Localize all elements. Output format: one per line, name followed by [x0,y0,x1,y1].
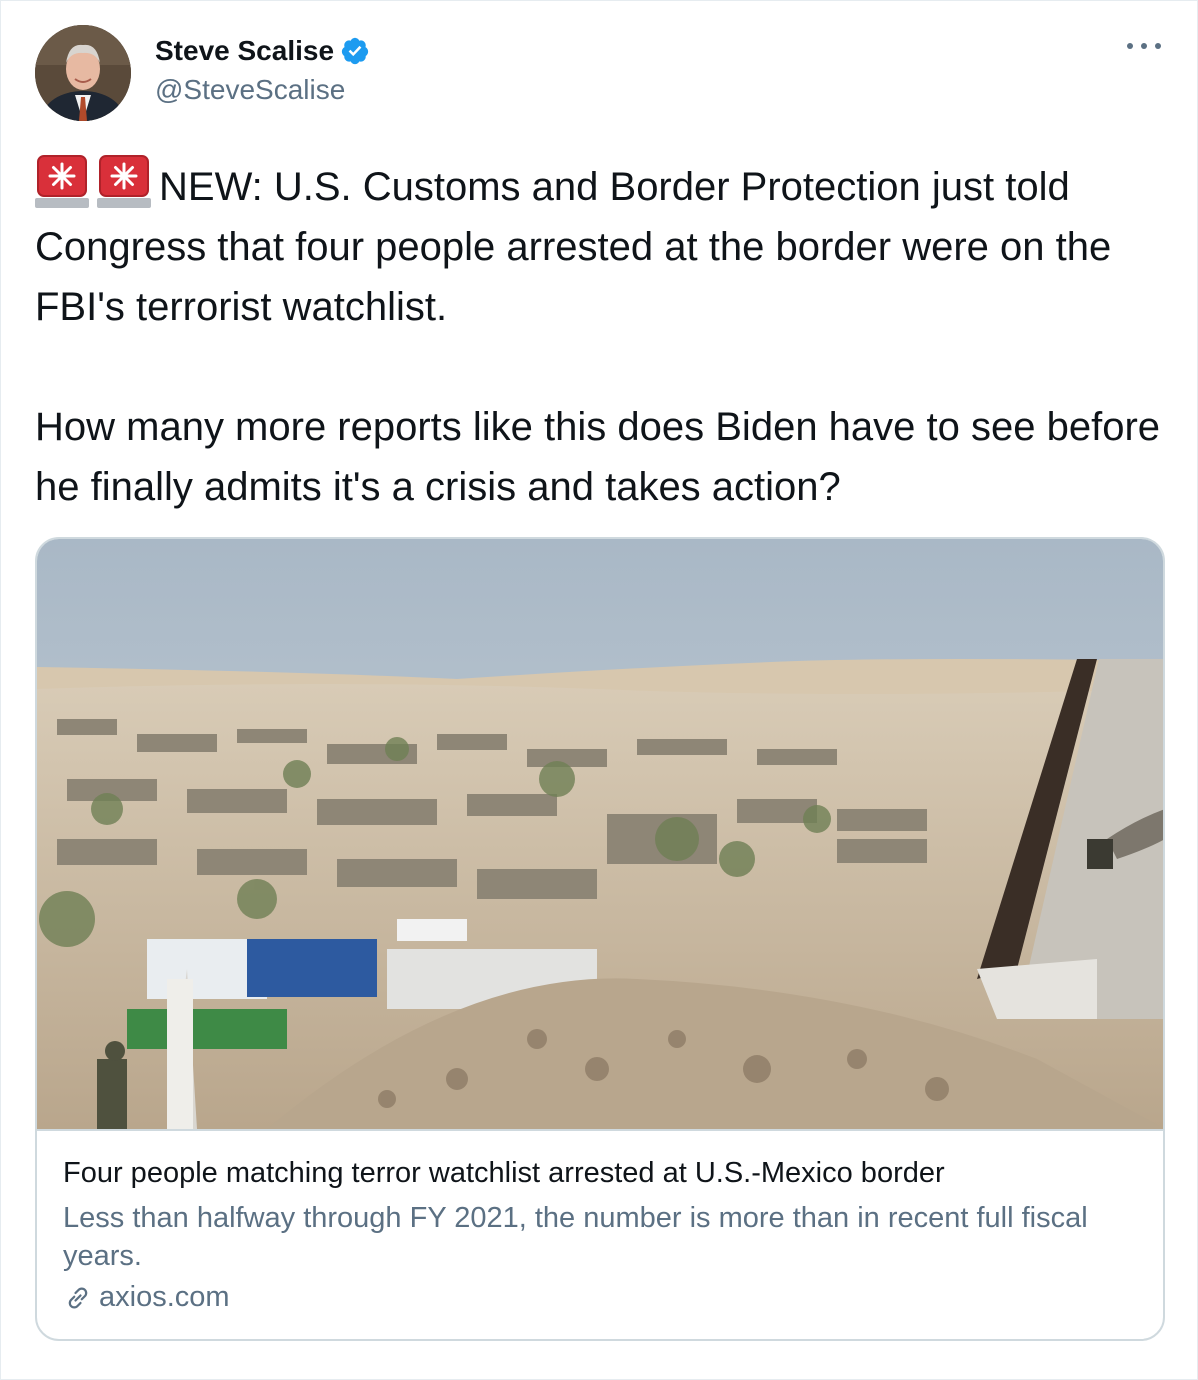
tweet-paragraph-1: NEW: U.S. Customs and Border Protection … [35,165,1112,329]
tweet-text: NEW: U.S. Customs and Border Protection … [35,154,1165,517]
avatar[interactable] [35,25,131,121]
card-description: Less than halfway through FY 2021, the n… [63,1202,1088,1272]
border-landscape-photo [37,539,1163,1129]
tweet-paragraph-2: How many more reports like this does Bid… [35,405,1161,509]
link-card[interactable]: Four people matching terror watchlist ar… [35,537,1165,1341]
verified-badge-icon [341,37,369,65]
police-light-icon [35,155,89,208]
display-name[interactable]: Steve Scalise [155,35,334,67]
card-title[interactable]: Four people matching terror watchlist ar… [63,1157,1133,1190]
author-name-row[interactable]: Steve Scalise [155,35,370,67]
tweet: Steve Scalise @SteveScalise NEW: U.S. Cu… [0,0,1198,1380]
card-image[interactable] [37,539,1163,1131]
police-light-icon [97,155,151,208]
author-handle[interactable]: @SteveScalise [155,74,345,106]
avatar-photo [35,25,131,121]
more-icon[interactable] [1127,31,1161,61]
link-icon [68,1286,88,1309]
card-domain[interactable]: axios.com [63,1281,230,1314]
card-domain-text: axios.com [99,1281,230,1313]
